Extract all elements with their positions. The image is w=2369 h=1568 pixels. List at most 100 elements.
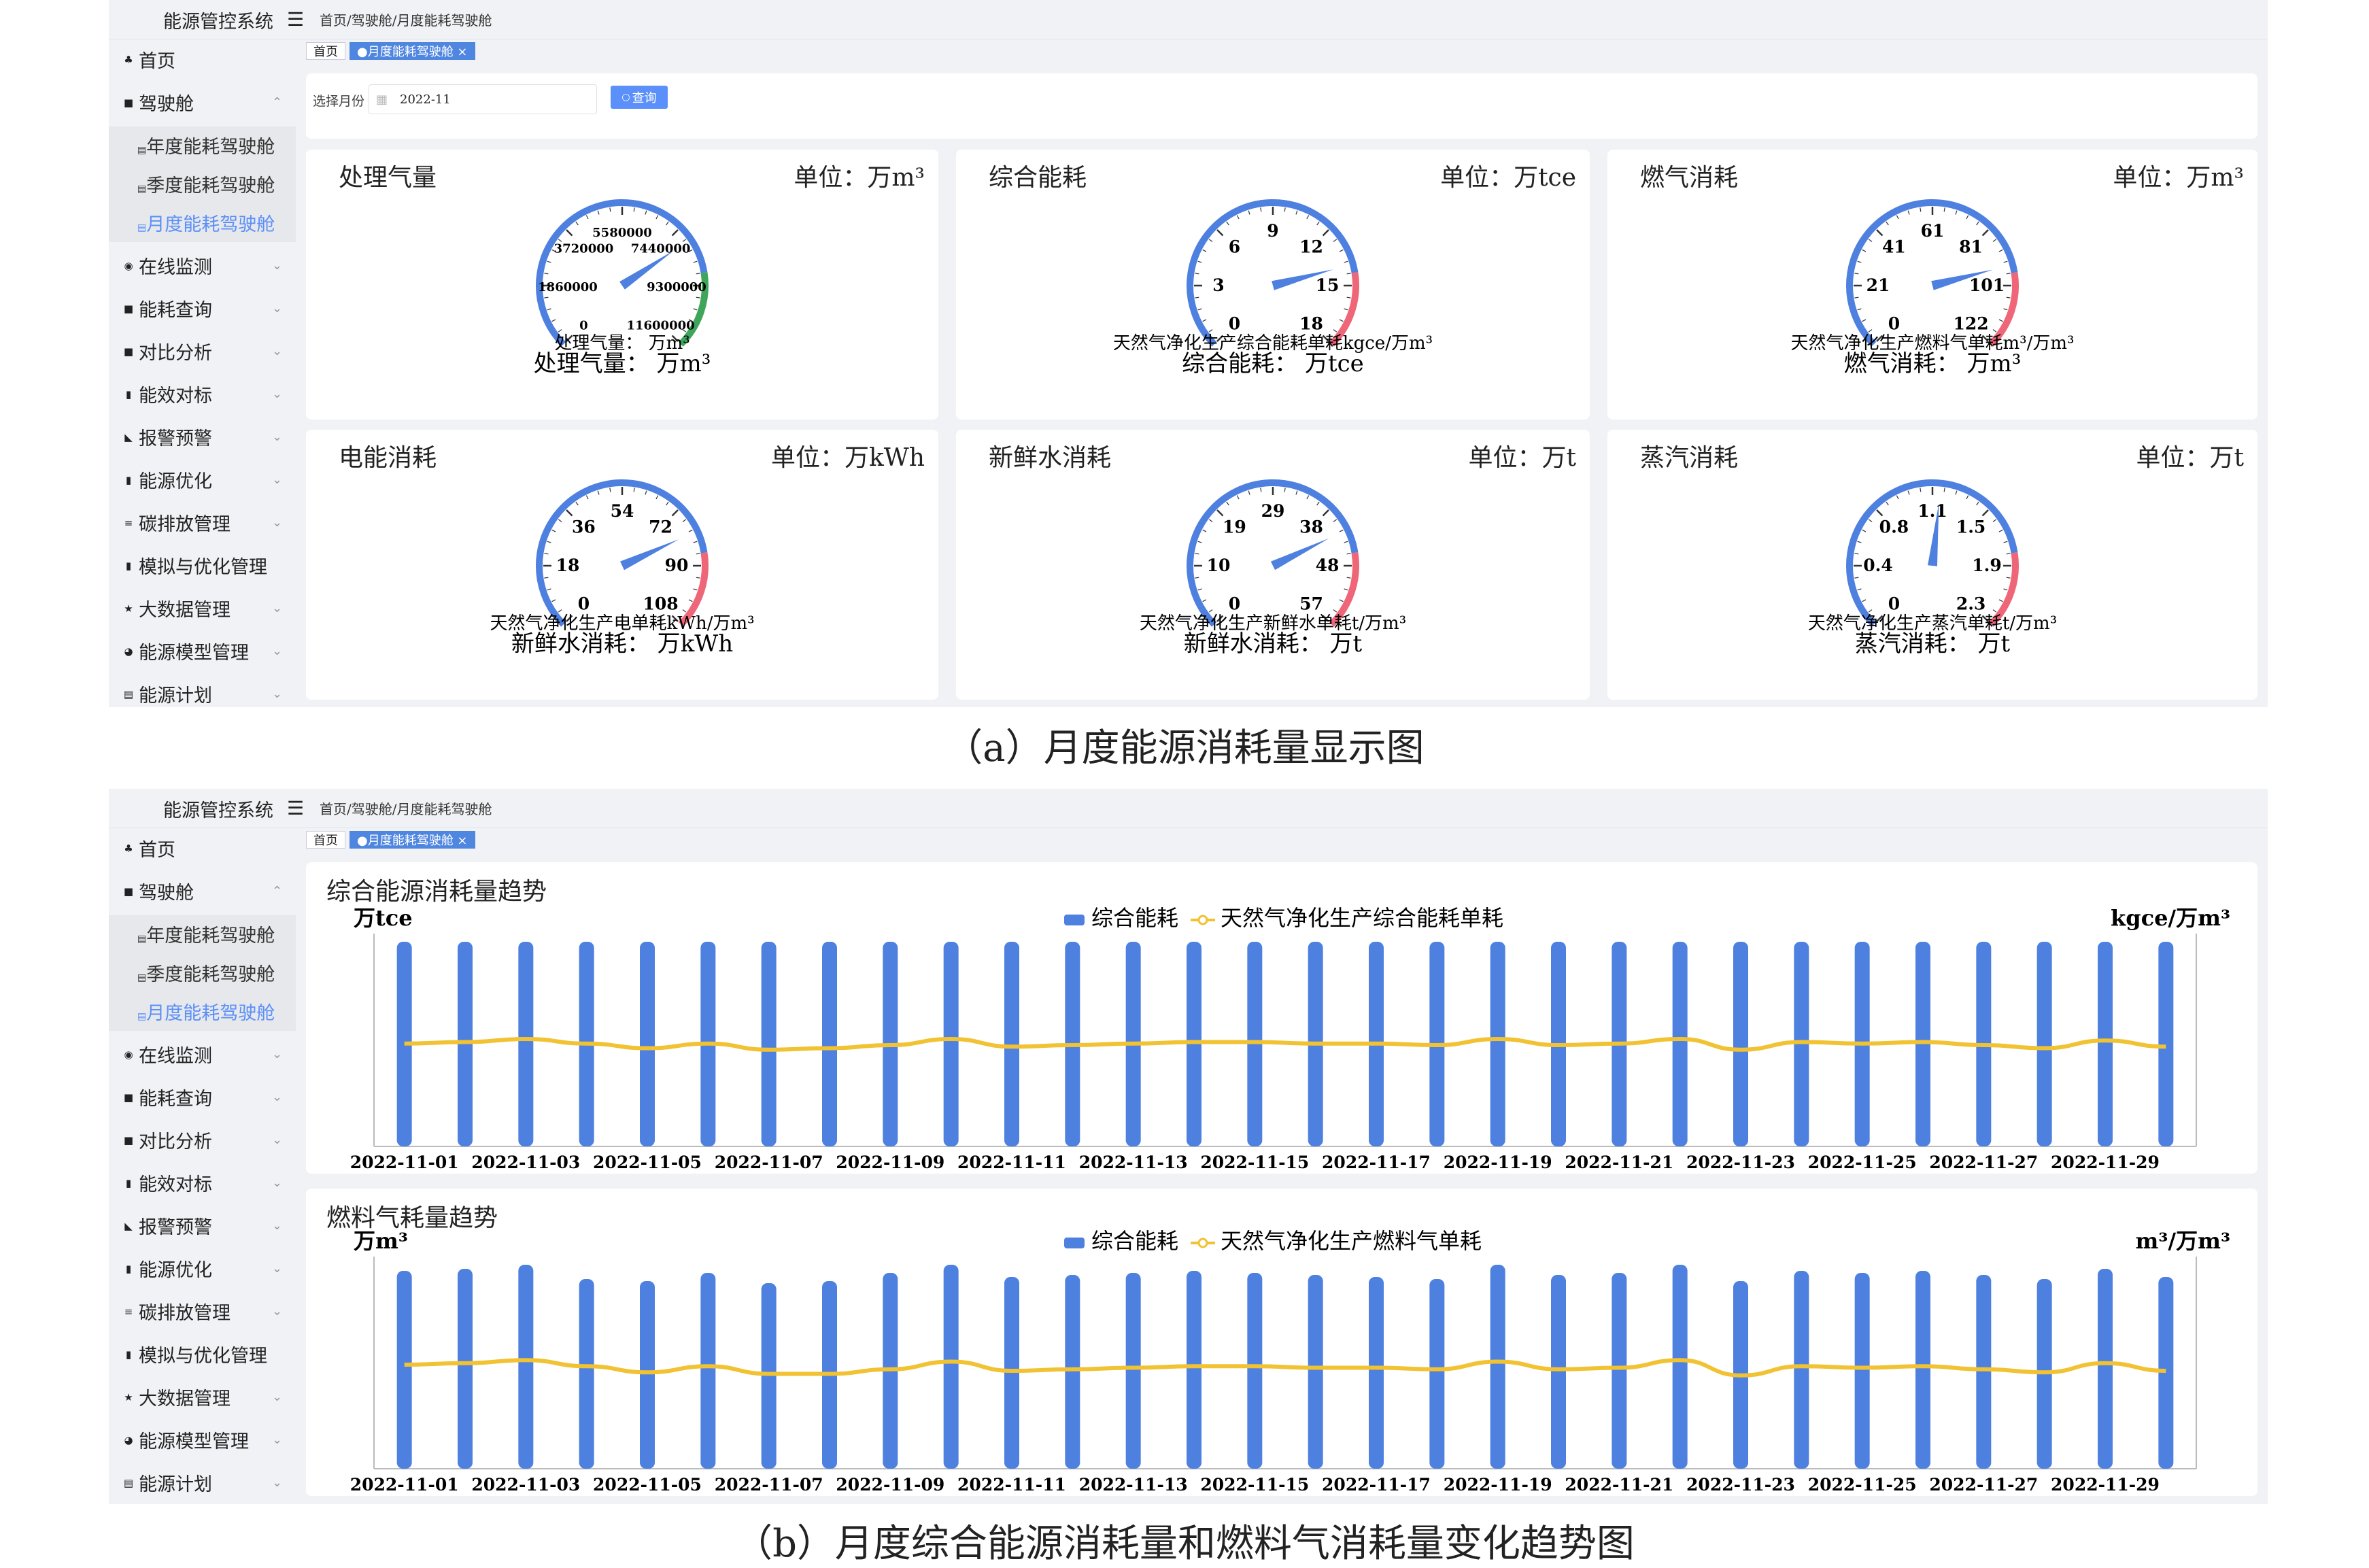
sidebar-item-energy-optimize[interactable]: ▮ 能源优化 ⌄ [122,1255,282,1282]
bar[interactable] [943,1265,959,1469]
sidebar-item-energy-plan[interactable]: ▤ 能源计划 ⌄ [122,1469,282,1496]
sidebar-item-big-data[interactable]: ★ 大数据管理 ⌄ [122,595,282,621]
fuel-gas-trend-card: 燃料气耗量趋势 万m³ m³/万m³ 综合能耗 天然气净化生产燃料气单耗 2022-11-… [306,1189,2257,1496]
submenu-item[interactable]: ▤月度能耗驾驶舱 [137,998,275,1025]
gauge-tick [2003,588,2008,591]
x-tick-label: 2022-11-11 [957,1153,1066,1172]
bar[interactable] [458,1269,473,1469]
sidebar-item-home[interactable]: ♣ 首页 [122,46,175,73]
optimize-icon: ▮ [125,473,132,486]
gauge-tick-label: 122 [1953,314,1988,334]
bar[interactable] [2158,942,2174,1146]
sidebar-item-efficiency-benchmark[interactable]: ▮ 能效对标 ⌄ [122,1170,282,1196]
bar[interactable] [518,1265,534,1469]
chevron-down-icon: ⌄ [272,687,283,701]
submenu-item[interactable]: ▤年度能耗驾驶舱 [137,132,275,158]
bar[interactable] [1672,942,1688,1146]
submenu-item[interactable]: ▤年度能耗驾驶舱 [137,921,275,947]
bar[interactable] [761,942,777,1146]
gauge-footer: 综合能耗： 万tce [1182,350,1364,377]
bar[interactable] [640,942,655,1146]
gauge-tick [1943,488,1945,492]
x-tick-label: 2022-11-15 [1200,1475,1309,1495]
bar[interactable] [640,1281,655,1469]
sidebar-item-cockpit[interactable]: ■ 驾驶舱 ⌃ [122,878,282,904]
bar[interactable] [396,1271,412,1469]
gauge-tick [655,495,659,500]
bar[interactable] [1247,1273,1263,1469]
gauge-tick [544,553,549,555]
gauge-tick [1248,490,1250,495]
x-tick-label: 2022-11-29 [2051,1475,2160,1495]
gauge-tick [1195,273,1199,275]
gauge-tick [1886,221,1889,226]
bar[interactable] [1065,1275,1080,1469]
tab-monthly-cockpit[interactable]: ●月度能耗驾驶舱 × [350,831,475,849]
bar[interactable] [1308,1275,1323,1469]
bar[interactable] [1672,1265,1688,1469]
bar[interactable] [1551,1275,1566,1469]
bar[interactable] [1369,1277,1384,1469]
sidebar-item-simulation[interactable]: ▮ 模拟与优化管理 [122,552,267,579]
bar[interactable] [1004,942,1019,1146]
bar[interactable] [1490,1265,1505,1469]
bar[interactable] [700,1273,716,1469]
query-button[interactable]: ○ 查询 [611,86,668,109]
tab-home[interactable]: 首页 [306,831,345,849]
bar[interactable] [1187,1271,1201,1469]
gauge-tick [1197,260,1202,263]
gauge-tick [693,588,698,591]
bar[interactable] [2036,942,2052,1146]
sidebar-item-home[interactable]: ♣ 首页 [122,835,175,862]
sidebar-item-compare-analysis[interactable]: ■ 对比分析 ⌄ [122,338,282,364]
menu-toggle-icon[interactable]: ☰ [287,797,304,819]
sidebar-item-energy-model[interactable]: ◕ 能源模型管理 ⌄ [122,1427,282,1453]
menu-toggle-icon[interactable]: ☰ [287,8,304,31]
submenu-item[interactable]: ▤月度能耗驾驶舱 [137,209,275,236]
submenu-item[interactable]: ▤季度能耗驾驶舱 [137,959,275,986]
sidebar-item-label: 碳排放管理 [139,1303,231,1324]
sidebar-item-energy-optimize[interactable]: ▮ 能源优化 ⌄ [122,466,282,493]
sidebar-item-energy-query[interactable]: ■ 能耗查询 ⌄ [122,295,282,322]
bar[interactable] [1794,1271,1809,1469]
gauge-card-total-energy: 综合能耗 单位：万tce 0 3 6 9 12 15 18 天然气净化生产综合能耗单耗kgce/万… [956,150,1590,420]
bar[interactable] [1915,1271,1930,1469]
bar[interactable] [579,1279,594,1469]
bar[interactable] [1429,1279,1445,1469]
bar[interactable] [1125,1273,1141,1469]
sidebar-item-online-monitor[interactable]: ◉ 在线监测 ⌄ [122,252,282,279]
tab-monthly-cockpit[interactable]: ●月度能耗驾驶舱 × [350,42,475,60]
sidebar-item-simulation[interactable]: ▮ 模拟与优化管理 [122,1341,267,1367]
sidebar-item-alarm[interactable]: ◣ 报警预警 ⌄ [122,1212,282,1239]
submenu-item[interactable]: ▤季度能耗驾驶舱 [137,171,275,197]
sidebar-item-carbon[interactable]: ≡ 碳排放管理 ⌄ [122,1298,282,1325]
gauge-tick [566,509,573,517]
bar[interactable] [822,942,837,1146]
sidebar-item-energy-plan[interactable]: ▤ 能源计划 ⌄ [122,681,282,707]
bar[interactable] [1733,942,1748,1146]
sidebar-item-energy-query[interactable]: ■ 能耗查询 ⌄ [122,1084,282,1110]
month-picker[interactable]: ▦ 2022-11 [369,84,597,114]
bar[interactable] [1976,1275,1992,1469]
bar[interactable] [518,942,534,1146]
monitor-icon: ◉ [124,1048,133,1061]
sidebar-item-cockpit[interactable]: ■ 驾驶舱 ⌃ [122,89,282,116]
sidebar-item-energy-model[interactable]: ◕ 能源模型管理 ⌄ [122,638,282,664]
tab-home[interactable]: 首页 [306,42,345,60]
bar[interactable] [1854,1273,1870,1469]
sidebar-item-alarm[interactable]: ◣ 报警预警 ⌄ [122,424,282,450]
gauge-tick-label: 15 [1316,275,1340,295]
gauge-tick-label: 18 [1299,314,1323,334]
gauge-tick [1344,541,1348,543]
bar[interactable] [2098,1269,2113,1469]
caption-a: （a）月度能源消耗量显示图 [944,726,1425,770]
sidebar-item-compare-analysis[interactable]: ■ 对比分析 ⌄ [122,1127,282,1153]
bar[interactable] [2098,942,2113,1146]
sidebar-item-efficiency-benchmark[interactable]: ▮ 能效对标 ⌄ [122,381,282,407]
bar[interactable] [1612,1273,1627,1469]
bar[interactable] [943,942,959,1146]
bar[interactable] [1490,942,1505,1146]
sidebar-item-carbon[interactable]: ≡ 碳排放管理 ⌄ [122,509,282,536]
sidebar-item-big-data[interactable]: ★ 大数据管理 ⌄ [122,1384,282,1410]
sidebar-item-online-monitor[interactable]: ◉ 在线监测 ⌄ [122,1041,282,1068]
